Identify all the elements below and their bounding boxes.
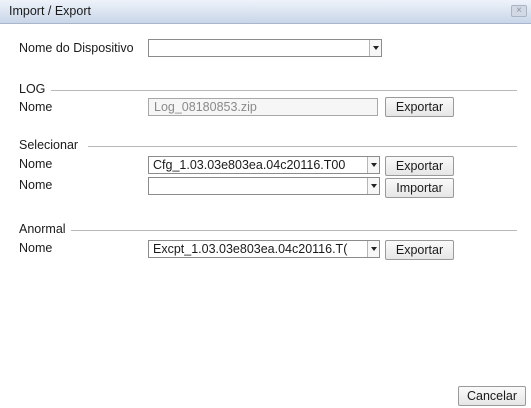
- import-file-select[interactable]: [148, 177, 380, 195]
- exception-file-value: Excpt_1.03.03e803ea.04c20116.T(: [153, 242, 348, 256]
- device-name-select[interactable]: [148, 39, 382, 57]
- config-import-button[interactable]: Importar: [385, 178, 454, 198]
- exception-file-select[interactable]: Excpt_1.03.03e803ea.04c20116.T(: [148, 240, 380, 258]
- exception-export-button[interactable]: Exportar: [385, 240, 454, 260]
- window-title: Import / Export: [9, 4, 91, 18]
- log-export-button[interactable]: Exportar: [385, 97, 454, 117]
- abnormal-name-label: Nome: [19, 241, 53, 255]
- close-icon[interactable]: ×: [511, 5, 527, 17]
- log-section-divider: [51, 90, 517, 91]
- device-name-label: Nome do Dispositivo: [19, 41, 134, 55]
- cancel-button[interactable]: Cancelar: [458, 386, 526, 406]
- config-export-button[interactable]: Exportar: [385, 156, 454, 176]
- select-name-label-1: Nome: [19, 157, 53, 171]
- log-section-label: LOG: [19, 82, 46, 96]
- chevron-down-icon[interactable]: [367, 157, 379, 173]
- log-name-label: Nome: [19, 100, 53, 114]
- chevron-down-icon[interactable]: [367, 178, 379, 194]
- chevron-down-icon[interactable]: [367, 241, 379, 257]
- title-bar[interactable]: Import / Export ×: [0, 0, 531, 24]
- select-section-label: Selecionar: [19, 138, 79, 152]
- config-file-value: Cfg_1.03.03e803ea.04c20116.T00: [153, 158, 346, 172]
- log-file-field: Log_08180853.zip: [148, 98, 378, 116]
- select-section-divider: [88, 146, 517, 147]
- abnormal-section-label: Anormal: [19, 222, 66, 236]
- chevron-down-icon[interactable]: [369, 40, 381, 56]
- log-file-value: Log_08180853.zip: [154, 100, 257, 114]
- select-name-label-2: Nome: [19, 178, 53, 192]
- abnormal-section-divider: [71, 230, 517, 231]
- config-file-select[interactable]: Cfg_1.03.03e803ea.04c20116.T00: [148, 156, 380, 174]
